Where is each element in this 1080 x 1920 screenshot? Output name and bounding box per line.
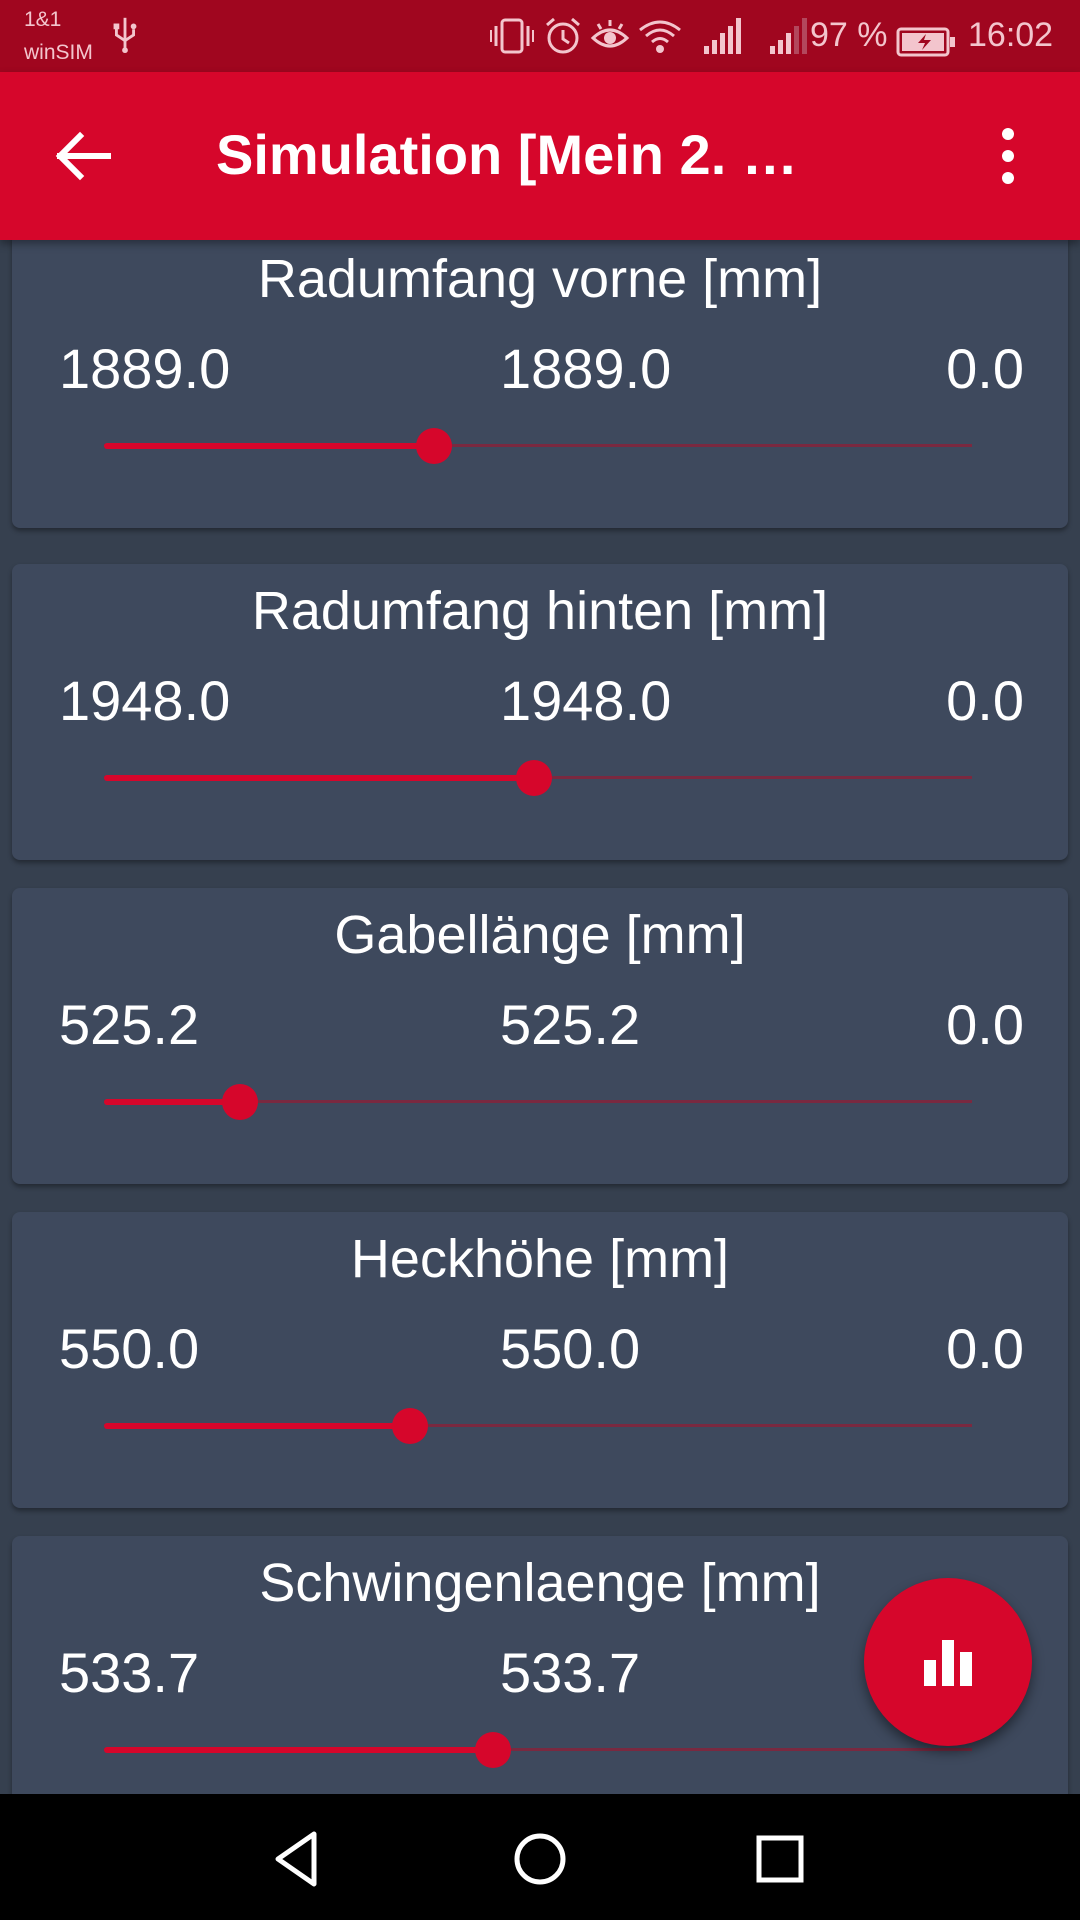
carrier-sim: winSIM <box>24 41 93 64</box>
parameter-value-delta: 0.0 <box>946 993 1024 1056</box>
parameter-value-delta: 0.0 <box>946 1317 1024 1380</box>
recents-square-icon[interactable] <box>745 1824 815 1894</box>
slider-thumb[interactable] <box>415 428 452 464</box>
more-vert-icon[interactable] <box>976 116 1040 196</box>
slider-thumb[interactable] <box>515 760 552 796</box>
slider-fill <box>104 1099 241 1105</box>
screen: 1&1 winSIM 97 % 16:02 Simulation [Mein 2… <box>0 0 1080 1920</box>
parameter-slider[interactable] <box>104 758 972 798</box>
back-triangle-icon[interactable] <box>264 1824 334 1894</box>
slider-fill <box>104 1423 410 1429</box>
slider-fill <box>104 775 534 781</box>
eye-comfort-icon <box>590 20 630 48</box>
parameter-value-original: 525.2 <box>59 993 200 1056</box>
parameter-value-current: 525.2 <box>500 993 641 1056</box>
bar-chart-icon <box>924 1640 972 1686</box>
page-title: Simulation [Mein 2. … <box>216 123 798 186</box>
parameter-value-original: 1948.0 <box>59 669 231 732</box>
usb-icon <box>113 17 137 54</box>
home-circle-icon[interactable] <box>505 1824 575 1894</box>
parameter-value-current: 533.7 <box>500 1641 641 1704</box>
parameter-value-original: 550.0 <box>59 1317 200 1380</box>
parameter-title: Radumfang vorne [mm] <box>257 249 823 309</box>
slider-fill <box>104 1747 493 1753</box>
parameter-slider[interactable] <box>104 1406 972 1446</box>
system-nav-bar <box>0 1794 1080 1920</box>
slider-thumb[interactable] <box>474 1732 511 1768</box>
battery-percent: 97 % <box>810 16 888 54</box>
parameter-card: Gabellänge [mm] 525.2 525.2 0.0 <box>12 888 1068 1184</box>
parameter-card: Radumfang hinten [mm] 1948.0 1948.0 0.0 <box>12 564 1068 860</box>
signal-icon <box>704 18 741 54</box>
parameter-slider[interactable] <box>104 1082 972 1122</box>
parameter-card: Radumfang vorne [mm] 1889.0 1889.0 0.0 <box>12 240 1068 528</box>
vibrate-icon <box>490 18 534 54</box>
parameter-value-original: 1889.0 <box>59 337 231 400</box>
slider-thumb[interactable] <box>391 1408 428 1444</box>
parameter-value-original: 533.7 <box>59 1641 200 1704</box>
parameter-slider[interactable] <box>104 1730 972 1770</box>
wifi-icon <box>639 20 681 53</box>
signal-icon-2 <box>770 18 807 54</box>
parameter-value-current: 1948.0 <box>500 669 672 732</box>
app-toolbar: Simulation [Mein 2. … <box>0 72 1080 240</box>
statistics-fab-button[interactable] <box>864 1578 1032 1746</box>
parameter-title: Heckhöhe [mm] <box>350 1229 730 1289</box>
slider-fill <box>104 443 434 449</box>
simulation-list[interactable]: Radumfang vorne [mm] 1889.0 1889.0 0.0 R… <box>0 240 1080 1794</box>
status-bar: 1&1 winSIM 97 % 16:02 <box>0 0 1080 72</box>
arrow-back-icon[interactable] <box>44 116 124 196</box>
parameter-card: Heckhöhe [mm] 550.0 550.0 0.0 <box>12 1212 1068 1508</box>
alarm-icon <box>546 17 580 54</box>
carrier-name: 1&1 <box>24 8 62 31</box>
battery-charging-icon <box>896 27 955 57</box>
parameter-slider[interactable] <box>104 426 972 466</box>
parameter-value-delta: 0.0 <box>946 337 1024 400</box>
parameter-title: Gabellänge [mm] <box>334 905 746 965</box>
parameter-value-current: 550.0 <box>500 1317 641 1380</box>
parameter-title: Radumfang hinten [mm] <box>251 581 829 641</box>
clock: 16:02 <box>968 16 1054 54</box>
slider-thumb[interactable] <box>222 1084 259 1120</box>
parameter-value-delta: 0.0 <box>946 669 1024 732</box>
parameter-value-current: 1889.0 <box>500 337 672 400</box>
